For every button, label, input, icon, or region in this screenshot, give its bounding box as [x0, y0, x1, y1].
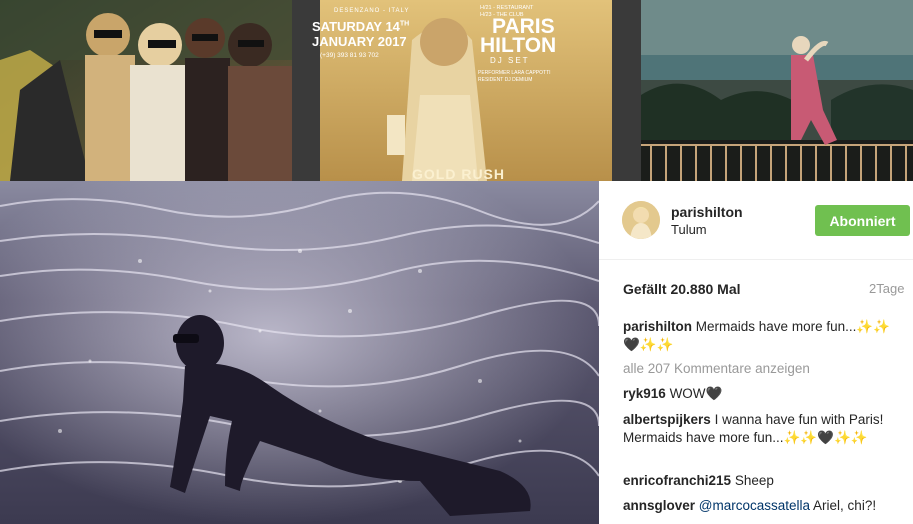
post-photo[interactable]: [0, 181, 599, 524]
poster-date-line2: JANUARY 2017: [312, 34, 407, 49]
comment-text: Sheep: [734, 473, 774, 488]
poster-subtitle: DJ SET: [490, 56, 530, 65]
comment-mention-link[interactable]: @marcocassatella: [699, 498, 810, 513]
poster-text: DESENZANO - ITALY SATURDAY 14TH JANUARY …: [292, 0, 641, 181]
grid-thumbnail-friends[interactable]: [0, 0, 292, 181]
likes-count[interactable]: Gefällt 20.880 Mal: [623, 281, 741, 297]
poster-date-day: SATURDAY 14: [312, 19, 400, 34]
comment-username[interactable]: annsglover: [623, 498, 695, 513]
post-details-pane: parishilton Tulum Abonniert Gefällt 20.8…: [599, 181, 913, 524]
following-button[interactable]: Abonniert: [815, 205, 910, 236]
comment-item: enricofranchi215 Sheep: [623, 472, 898, 490]
view-all-comments-link[interactable]: alle 207 Kommentare anzeigen: [623, 361, 810, 376]
caption-username[interactable]: parishilton: [623, 319, 692, 334]
poster-credit-1: PERFORMER LARA CAPPOTTI: [478, 70, 551, 76]
comment-username[interactable]: albertspijkers: [623, 412, 711, 427]
grid-thumbnail-event-poster[interactable]: DESENZANO - ITALY SATURDAY 14TH JANUARY …: [292, 0, 641, 181]
comment-item: annsglover @marcocassatella Ariel, chi?!: [623, 497, 898, 515]
poster-location: DESENZANO - ITALY: [334, 8, 410, 14]
post-timestamp[interactable]: 2Tage: [869, 281, 904, 296]
post-caption: parishilton Mermaids have more fun...✨✨🖤✨…: [623, 318, 898, 354]
avatar-image: [622, 201, 660, 239]
friends-photo: [0, 0, 292, 181]
poster-date-line1: SATURDAY 14TH: [312, 19, 409, 34]
post-header: parishilton Tulum Abonniert: [599, 181, 913, 260]
comment-text: WOW🖤: [669, 386, 723, 401]
mermaid-beach-photo: [0, 181, 599, 524]
poster-phone: (+39) 393 81 93 702: [320, 52, 379, 59]
poster-footer: GOLD RUSH: [412, 166, 505, 181]
poster-title-hilton: HILTON: [480, 34, 557, 57]
comment-item: ryk916 WOW🖤: [623, 385, 898, 403]
comment-username[interactable]: ryk916: [623, 386, 666, 401]
poster-date-sup: TH: [399, 20, 410, 28]
balcony-photo: [641, 0, 913, 181]
post-location[interactable]: Tulum: [671, 222, 707, 237]
comment-username[interactable]: enricofranchi215: [623, 473, 731, 488]
avatar[interactable]: [622, 201, 660, 239]
post-username[interactable]: parishilton: [671, 204, 743, 220]
poster-credit-2: RESIDENT DJ DEMIUM: [478, 77, 533, 83]
grid-thumbnail-balcony[interactable]: [641, 0, 913, 181]
comment-item: albertspijkers I wanna have fun with Pari…: [623, 411, 898, 447]
comment-text: Ariel, chi?!: [810, 498, 877, 513]
